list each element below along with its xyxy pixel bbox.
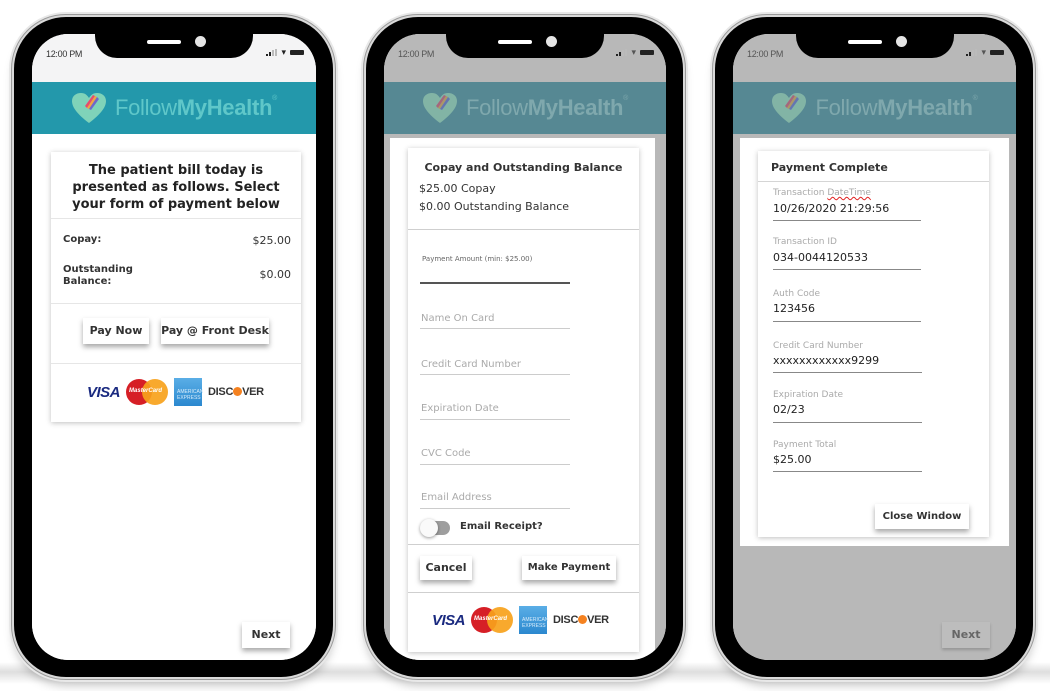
close-window-button[interactable]: Close Window bbox=[875, 504, 969, 529]
email-receipt-toggle[interactable] bbox=[420, 519, 450, 537]
payment-total-label: Payment Total bbox=[773, 440, 837, 450]
payment-complete-card: Payment Complete Transaction DateTime 10… bbox=[758, 151, 989, 537]
outstanding-balance-label: Outstanding Balance: bbox=[63, 264, 133, 287]
expiration-date-value: 02/23 bbox=[773, 403, 805, 416]
signal-icon bbox=[616, 49, 628, 56]
email-receipt-label: Email Receipt? bbox=[460, 521, 543, 532]
battery-icon bbox=[640, 50, 654, 55]
phone-screen-2: 12:00 PM ▾ FollowMyHealth® Copay and Out… bbox=[384, 34, 666, 660]
phone-frame-3: 12:00 PM ▾ FollowMyHealth® Payment Compl… bbox=[715, 17, 1033, 677]
expiration-date-input[interactable]: Expiration Date bbox=[421, 403, 499, 414]
status-time: 12:00 PM bbox=[46, 49, 83, 59]
visa-logo-icon: VISA bbox=[432, 611, 466, 629]
copay-line: $25.00 Copay bbox=[419, 182, 496, 195]
payment-complete-sheet: Payment Complete Transaction DateTime 10… bbox=[740, 138, 1009, 546]
email-address-input[interactable]: Email Address bbox=[421, 492, 492, 503]
signal-icon bbox=[966, 49, 978, 56]
brand-wordmark: FollowMyHealth® bbox=[815, 95, 978, 120]
cvc-code-input[interactable]: CVC Code bbox=[421, 448, 471, 459]
discover-logo-icon: DISC VER bbox=[553, 614, 609, 626]
copay-label: Copay: bbox=[63, 234, 102, 245]
wifi-icon: ▾ bbox=[631, 47, 636, 57]
auth-code-value: 123456 bbox=[773, 302, 815, 315]
payment-amount-label: Payment Amount (min: $25.00) bbox=[422, 255, 533, 263]
transaction-datetime-value: 10/26/2020 21:29:56 bbox=[773, 202, 890, 215]
battery-icon bbox=[290, 50, 304, 55]
wifi-icon: ▾ bbox=[281, 47, 286, 57]
credit-card-number-value: xxxxxxxxxxxx9299 bbox=[773, 354, 880, 367]
payment-complete-title: Payment Complete bbox=[771, 161, 888, 174]
transaction-datetime-label: Transaction DateTime bbox=[773, 188, 871, 198]
discover-logo-icon: DISC VER bbox=[208, 386, 264, 398]
phone-screen-1: 12:00 PM ▾ FollowMyHealth® The patient b… bbox=[32, 34, 316, 660]
mastercard-logo-icon: MasterCard bbox=[471, 607, 514, 633]
phone-frame-1: 12:00 PM ▾ FollowMyHealth® The patient b… bbox=[14, 17, 333, 677]
payment-sheet: Copay and Outstanding Balance $25.00 Cop… bbox=[390, 138, 655, 660]
phone-screen-3: 12:00 PM ▾ FollowMyHealth® Payment Compl… bbox=[733, 34, 1016, 660]
bill-summary-screen: The patient bill today is presented as f… bbox=[32, 134, 316, 660]
payment-form-card: Copay and Outstanding Balance $25.00 Cop… bbox=[408, 148, 639, 652]
make-payment-button[interactable]: Make Payment bbox=[522, 556, 616, 580]
auth-code-label: Auth Code bbox=[773, 289, 820, 299]
wifi-icon: ▾ bbox=[981, 47, 986, 57]
next-button[interactable]: Next bbox=[242, 622, 290, 648]
payment-amount-input[interactable] bbox=[420, 264, 570, 284]
brand-wordmark: FollowMyHealth® bbox=[465, 95, 629, 120]
app-header: FollowMyHealth® bbox=[384, 82, 666, 134]
copay-value: $25.00 bbox=[252, 234, 292, 247]
followmyhealth-heart-logo-icon bbox=[71, 93, 106, 123]
bill-heading: The patient bill today is presented as f… bbox=[72, 163, 280, 212]
bill-card: The patient bill today is presented as f… bbox=[51, 152, 301, 422]
status-time: 12:00 PM bbox=[747, 49, 784, 59]
outstanding-balance-value: $0.00 bbox=[259, 268, 292, 281]
next-button[interactable]: Next bbox=[942, 622, 990, 648]
payment-complete-overlay: Payment Complete Transaction DateTime 10… bbox=[733, 134, 1016, 660]
followmyhealth-heart-logo-icon bbox=[772, 93, 807, 123]
transaction-id-label: Transaction ID bbox=[773, 237, 837, 247]
credit-card-number-label: Credit Card Number bbox=[773, 341, 863, 351]
cancel-button[interactable]: Cancel bbox=[420, 556, 472, 580]
followmyhealth-heart-logo-icon bbox=[422, 93, 457, 123]
brand-wordmark: FollowMyHealth® bbox=[114, 95, 278, 120]
amex-logo-icon: AMERICAN EXPRESS bbox=[174, 378, 203, 406]
battery-icon bbox=[990, 50, 1004, 55]
transaction-id-value: 034-0044120533 bbox=[773, 251, 868, 264]
payment-form-overlay: Copay and Outstanding Balance $25.00 Cop… bbox=[384, 134, 666, 660]
card-number-input[interactable]: Credit Card Number bbox=[421, 359, 521, 370]
signal-icon bbox=[266, 49, 278, 56]
visa-logo-icon: VISA bbox=[87, 383, 121, 401]
notch bbox=[795, 34, 954, 58]
accepted-cards: VISA MasterCard AMERICAN EXPRESS DISC VER bbox=[87, 378, 264, 406]
pay-front-desk-button[interactable]: Pay @ Front Desk bbox=[161, 318, 269, 344]
name-on-card-input[interactable]: Name On Card bbox=[421, 313, 494, 324]
amex-logo-icon: AMERICAN EXPRESS bbox=[519, 606, 548, 634]
notch bbox=[95, 34, 253, 58]
app-header: FollowMyHealth® bbox=[32, 82, 316, 134]
accepted-cards: VISA MasterCard AMERICAN EXPRESS DISC VER bbox=[432, 606, 609, 634]
mastercard-logo-icon: MasterCard bbox=[126, 379, 169, 405]
outstanding-line: $0.00 Outstanding Balance bbox=[419, 200, 570, 213]
payment-form-title: Copay and Outstanding Balance bbox=[424, 161, 623, 174]
status-time: 12:00 PM bbox=[398, 49, 435, 59]
payment-total-value: $25.00 bbox=[773, 453, 812, 466]
notch bbox=[446, 34, 604, 58]
phone-frame-2: 12:00 PM ▾ FollowMyHealth® Copay and Out… bbox=[366, 17, 683, 677]
app-header: FollowMyHealth® bbox=[733, 82, 1016, 134]
expiration-date-label: Expiration Date bbox=[773, 390, 844, 400]
pay-now-button[interactable]: Pay Now bbox=[83, 318, 149, 344]
